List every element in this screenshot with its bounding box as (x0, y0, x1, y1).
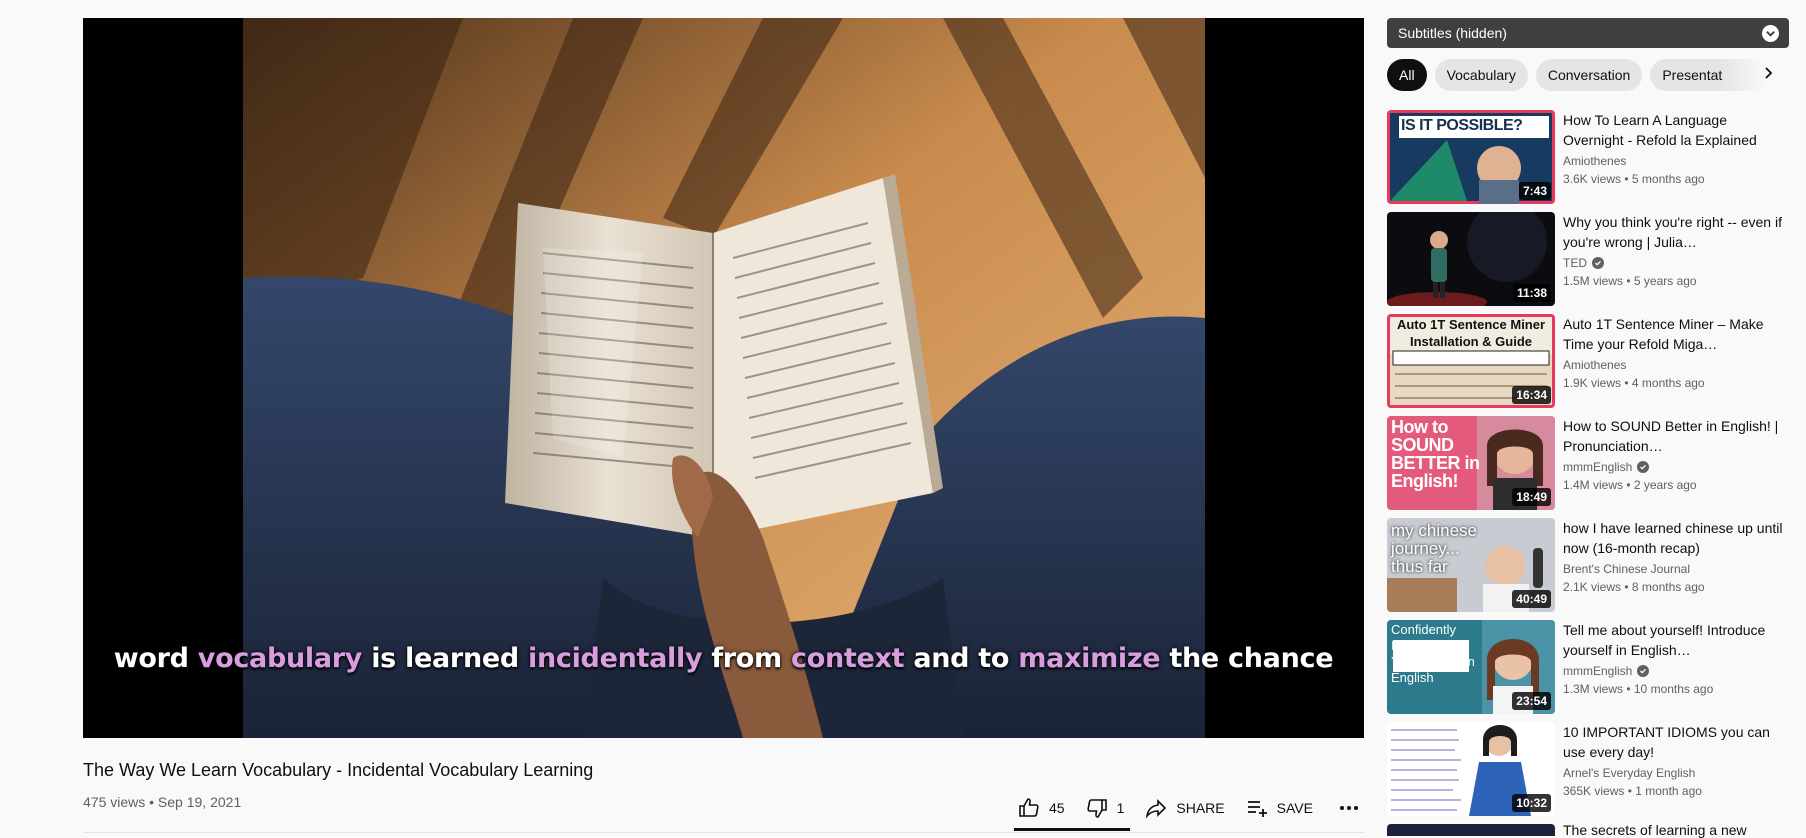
video-duration: 10:32 (1512, 794, 1551, 812)
more-actions-button[interactable] (1337, 796, 1361, 820)
like-button[interactable]: 45 (1017, 796, 1065, 820)
caption-highlight-word: incidentally (528, 643, 703, 674)
caption-highlight-word: vocabulary (197, 643, 363, 674)
video-stats: 1.5M views • 5 years ago (1563, 274, 1697, 288)
caption-text: from (702, 643, 791, 674)
channel-label: Brent's Chinese Journal (1563, 562, 1691, 576)
caption-highlight-word: context (791, 643, 905, 674)
recommendation-item[interactable]: my chinese journey... thus far 40:49 how… (1387, 518, 1806, 612)
chip-vocabulary[interactable]: Vocabulary (1434, 59, 1528, 91)
caption-text: is learned (362, 643, 529, 674)
channel-label: mmmEnglish (1563, 664, 1633, 678)
video-thumbnail[interactable] (1387, 824, 1555, 836)
recommendation-title[interactable]: Auto 1T Sentence Miner – Make Time your … (1563, 314, 1783, 354)
video-thumbnail[interactable]: 10:32 (1387, 722, 1555, 816)
chip-all[interactable]: All (1387, 59, 1427, 91)
video-duration: 18:49 (1512, 488, 1551, 506)
subtitle-caption: word vocabulary is learned incidentally … (83, 643, 1364, 674)
recommendation-title[interactable]: How To Learn A Language Overnight - Refo… (1563, 110, 1783, 150)
video-player[interactable]: word vocabulary is learned incidentally … (83, 18, 1364, 738)
video-thumbnail[interactable]: Auto 1T Sentence Miner Installation & Gu… (1387, 314, 1555, 408)
video-duration: 7:43 (1518, 182, 1551, 200)
recommendation-item[interactable]: How to SOUND BETTER in English! 18:49 Ho… (1387, 416, 1806, 510)
channel-name[interactable]: Amiothenes (1563, 358, 1626, 372)
thumbnail-text: IS IT POSSIBLE? (1401, 117, 1523, 134)
playlist-add-icon (1245, 796, 1269, 820)
video-frame (243, 18, 1205, 738)
channel-label: Amiothenes (1563, 358, 1627, 372)
share-button[interactable]: SHARE (1144, 796, 1225, 820)
channel-name[interactable]: mmmEnglish (1563, 460, 1650, 474)
subtitles-toggle[interactable]: Subtitles (hidden) (1387, 18, 1789, 48)
video-thumbnail[interactable]: IS IT POSSIBLE? 7:43 (1387, 110, 1555, 204)
recommendation-title[interactable]: The secrets of learning a new (1563, 822, 1747, 838)
chevron-down-icon (1762, 24, 1779, 42)
recommendation-title[interactable]: Tell me about yourself! Introduce yourse… (1563, 620, 1783, 660)
chevron-right-icon (1761, 66, 1775, 85)
like-count: 45 (1049, 800, 1065, 816)
recommendation-title[interactable]: 10 IMPORTANT IDIOMS you can use every da… (1563, 722, 1783, 762)
video-duration: 16:34 (1512, 386, 1551, 404)
video-stats: 1.4M views • 2 years ago (1563, 478, 1697, 492)
video-stats: 1.3M views • 10 months ago (1563, 682, 1714, 696)
recommendation-item[interactable]: 10:32 10 IMPORTANT IDIOMS you can use ev… (1387, 722, 1806, 816)
recommendation-title[interactable]: How to SOUND Better in English! | Pronun… (1563, 416, 1783, 456)
channel-name[interactable]: Brent's Chinese Journal (1563, 562, 1690, 576)
video-stats: 1.9K views • 4 months ago (1563, 376, 1705, 390)
caption-highlight-word: maximize (1018, 643, 1161, 674)
video-stats: 3.6K views • 5 months ago (1563, 172, 1705, 186)
save-label: SAVE (1276, 800, 1313, 816)
video-duration: 11:38 (1512, 284, 1551, 302)
channel-name[interactable]: TED (1563, 256, 1604, 270)
thumbnail-text: How to SOUND BETTER in English! (1391, 417, 1480, 491)
channel-label: TED (1563, 256, 1587, 270)
thumbs-down-icon (1085, 796, 1109, 820)
recommendation-title[interactable]: how I have learned chinese up until now … (1563, 518, 1783, 558)
verified-check-icon (1637, 665, 1650, 677)
caption-text: the chance (1160, 643, 1334, 674)
subtitles-label: Subtitles (hidden) (1398, 25, 1507, 41)
caption-text: and to (904, 643, 1019, 674)
dislike-button[interactable]: 1 (1085, 796, 1125, 820)
channel-name[interactable]: Arnel's Everyday English (1563, 766, 1695, 780)
video-thumbnail[interactable]: 11:38 (1387, 212, 1555, 306)
action-bar: 45 1 SHARE SAVE (1017, 790, 1361, 826)
thumbnail-text: Auto 1T Sentence Miner Installation & Gu… (1396, 317, 1546, 349)
channel-label: Arnel's Everyday English (1563, 766, 1696, 780)
video-duration: 40:49 (1512, 590, 1551, 608)
channel-label: Amiothenes (1563, 154, 1627, 168)
dislike-count: 1 (1116, 800, 1125, 816)
video-duration: 23:54 (1512, 692, 1551, 710)
channel-name[interactable]: Amiothenes (1563, 154, 1626, 168)
verified-check-icon (1637, 461, 1650, 473)
video-title: The Way We Learn Vocabulary - Incidental… (83, 760, 594, 780)
recommendation-title[interactable]: Why you think you're right -- even if yo… (1563, 212, 1783, 252)
verified-check-icon (1592, 257, 1604, 269)
caption-text: word (113, 643, 198, 674)
video-meta: 475 views • Sep 19, 2021 (83, 794, 242, 810)
video-thumbnail[interactable]: How to SOUND BETTER in English! 18:49 (1387, 416, 1555, 510)
share-icon (1144, 796, 1168, 820)
channel-name[interactable]: mmmEnglish (1563, 664, 1650, 678)
like-ratio-bar (1014, 828, 1130, 831)
channel-label: mmmEnglish (1563, 460, 1633, 474)
video-stats: 365K views • 1 month ago (1563, 784, 1702, 798)
thumbs-up-icon (1017, 796, 1041, 820)
save-button[interactable]: SAVE (1245, 796, 1313, 820)
thumbnail-text: my chinese journey... thus far (1391, 521, 1477, 576)
chip-conversation[interactable]: Conversation (1535, 59, 1643, 91)
recommendation-item[interactable]: 11:38 Why you think you're right -- even… (1387, 212, 1806, 306)
video-thumbnail[interactable]: my chinese journey... thus far 40:49 (1387, 518, 1555, 612)
recommendation-item[interactable]: Confidently INTRODUCE YOURSELF in Englis… (1387, 620, 1806, 714)
chips-next-button[interactable] (1752, 59, 1784, 91)
video-thumbnail[interactable]: Confidently INTRODUCE YOURSELF in Englis… (1387, 620, 1555, 714)
thumbnail-text: Confidently INTRODUCE YOURSELF in Englis… (1391, 622, 1475, 685)
share-label: SHARE (1176, 800, 1225, 816)
video-stats: 2.1K views • 8 months ago (1563, 580, 1705, 594)
recommendation-item[interactable]: Auto 1T Sentence Miner Installation & Gu… (1387, 314, 1806, 408)
recommendation-item[interactable]: IS IT POSSIBLE? 7:43 How To Learn A Lang… (1387, 110, 1806, 204)
more-horizontal-icon (1337, 796, 1361, 820)
